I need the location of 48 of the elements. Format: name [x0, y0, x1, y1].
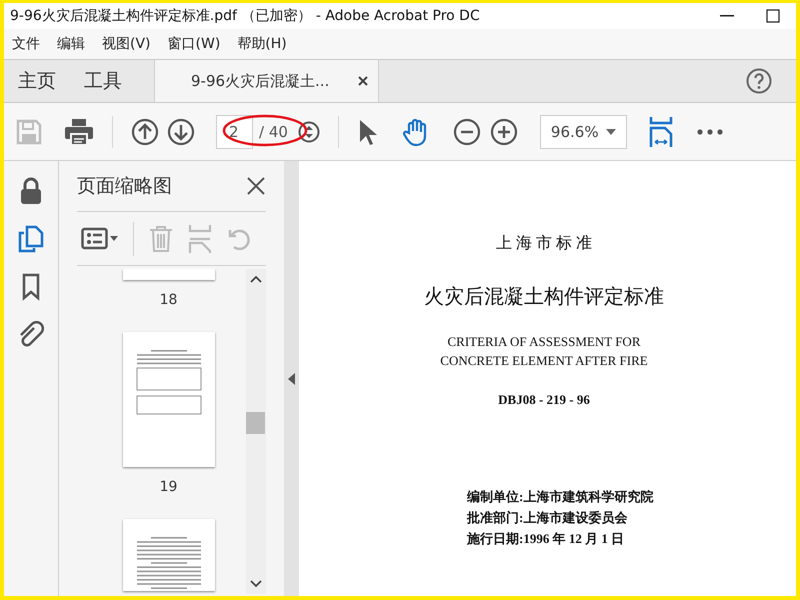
scroll-up-icon[interactable] [250, 275, 262, 283]
paperclip-icon[interactable] [18, 321, 44, 349]
scrollbar[interactable] [246, 269, 266, 594]
close-icon[interactable] [246, 176, 266, 196]
print-icon[interactable] [64, 118, 94, 146]
help-icon[interactable] [746, 68, 772, 94]
lock-icon[interactable] [19, 177, 43, 205]
fit-width-icon[interactable] [648, 116, 673, 146]
menu-item[interactable]: 帮助(H) [233, 31, 295, 57]
document-tab[interactable]: 9-96火灾后混凝土... [154, 60, 379, 102]
menu-item[interactable]: 窗口(W) [164, 31, 228, 57]
document-title: 火灾后混凝土构件评定标准 [423, 285, 665, 310]
panel-title: 页面缩略图 [77, 174, 172, 199]
page-thumbnail[interactable] [122, 519, 214, 591]
english-title: CONCRETE ELEMENT AFTER FIRE [439, 353, 649, 369]
menu-item[interactable]: 编辑 [53, 31, 93, 57]
caret-icon [606, 128, 616, 134]
window-title: 9-96火灾后混凝土构件评定标准.pdf （已加密） - Adobe Acrobat Pro DC [10, 7, 481, 25]
arrow-up-icon[interactable] [131, 118, 159, 146]
close-icon[interactable] [358, 76, 368, 86]
more-icon[interactable] [696, 128, 723, 134]
page-thumbnail[interactable] [122, 332, 214, 467]
scrollbar-thumb[interactable] [246, 412, 265, 434]
minimize-icon[interactable] [720, 15, 734, 17]
info-line: 批准部门:上海市建设委员会 [467, 509, 628, 527]
info-line: 施行日期:1996 年 12 月 1 日 [467, 530, 626, 548]
zoom-in-icon[interactable] [490, 118, 518, 146]
menu-item[interactable]: 文件 [8, 31, 48, 57]
page-stepper-icon[interactable] [298, 120, 320, 142]
options-menu-icon[interactable] [81, 226, 119, 250]
page-thumbnail[interactable] [122, 269, 214, 280]
tab-title: 9-96火灾后混凝土... [191, 72, 330, 90]
scroll-down-icon[interactable] [250, 580, 262, 588]
standard-heading: 上 海 市 标 准 [495, 234, 593, 254]
arrow-down-icon[interactable] [167, 118, 195, 146]
zoom-dropdown[interactable]: 96.6% [540, 114, 627, 148]
menu-item[interactable]: 视图(V) [98, 31, 159, 57]
maximize-icon[interactable] [766, 9, 780, 23]
page-count: / 40 [259, 122, 288, 140]
zoom-out-icon[interactable] [452, 118, 481, 146]
collapse-panel-icon[interactable] [288, 372, 295, 384]
page-number: 18 [160, 292, 178, 308]
standard-code: DBJ08 - 219 - 96 [497, 392, 591, 408]
page-number: 19 [160, 479, 178, 495]
bookmark-icon[interactable] [21, 273, 41, 301]
english-title: CRITERIA OF ASSESSMENT FOR [446, 334, 642, 350]
pages-icon[interactable] [18, 225, 44, 253]
info-line: 编制单位:上海市建筑科学研究院 [467, 488, 654, 506]
